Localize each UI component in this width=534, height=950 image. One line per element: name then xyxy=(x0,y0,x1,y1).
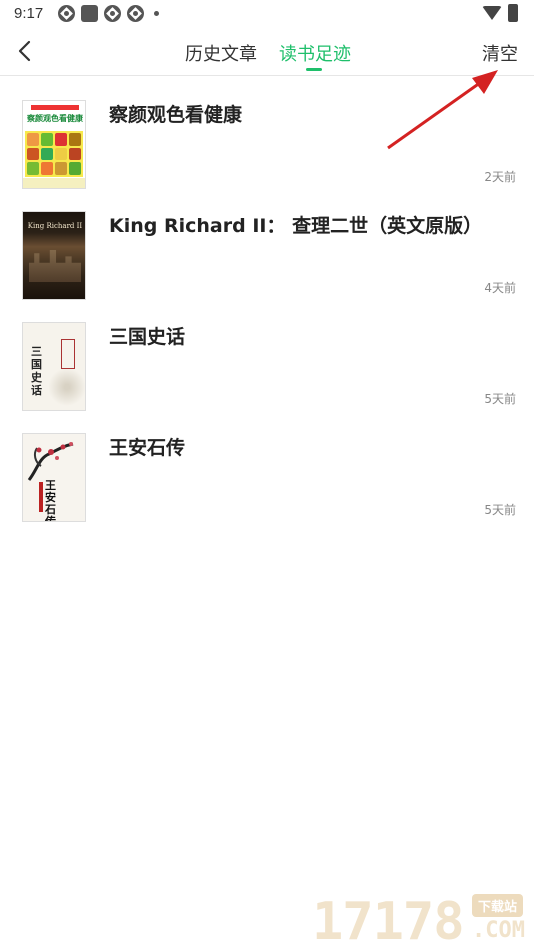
tab-reading-footprint[interactable]: 读书足迹 xyxy=(279,40,351,66)
wifi-icon xyxy=(482,6,502,20)
app-notification-icon xyxy=(58,5,75,22)
cover-title: King Richard II xyxy=(27,222,83,230)
list-item[interactable]: 察颜观色看健康 察颜观色看健康 2天前 xyxy=(0,88,534,199)
book-cover: King Richard II xyxy=(22,211,86,300)
cover-footer xyxy=(23,178,85,188)
app-notification-icon xyxy=(127,5,144,22)
system-icons xyxy=(482,4,518,22)
more-notifications-icon xyxy=(154,11,159,16)
book-title: 王安石传 xyxy=(109,437,186,459)
app-notification-icon xyxy=(104,5,121,22)
cover-red-stripe xyxy=(39,482,43,512)
cover-plum-branch xyxy=(27,442,74,481)
active-tab-indicator xyxy=(306,68,322,71)
book-cover: 察颜观色看健康 xyxy=(22,100,86,189)
battery-icon xyxy=(508,4,518,22)
status-bar: 9:17 xyxy=(0,0,534,28)
cover-castle-image xyxy=(29,250,81,282)
clear-button[interactable]: 清空 xyxy=(482,40,518,66)
cover-illustration xyxy=(49,367,85,407)
watermark-suffix: .COM xyxy=(472,918,525,943)
book-cover: 三国史话 xyxy=(22,322,86,411)
app-notification-icon xyxy=(81,5,98,22)
watermark-digits: 17178 xyxy=(312,892,465,950)
read-time: 5天前 xyxy=(484,503,516,517)
cover-seal xyxy=(61,339,75,369)
book-cover: 王安石传 xyxy=(22,433,86,522)
cover-title: 三国史话 xyxy=(31,345,42,397)
chevron-left-icon xyxy=(18,40,31,62)
read-time: 2天前 xyxy=(484,170,516,184)
book-title: 察颜观色看健康 xyxy=(109,104,243,126)
list-item[interactable]: 王安石传 王安石传 5天前 xyxy=(0,421,534,532)
cover-food-grid xyxy=(25,131,83,177)
cover-title: 察颜观色看健康 xyxy=(27,114,83,123)
tab-history-articles[interactable]: 历史文章 xyxy=(185,40,257,66)
watermark-badge: 下载站 xyxy=(472,894,524,917)
book-title: 三国史话 xyxy=(109,326,186,348)
list-item[interactable]: 三国史话 三国史话 5天前 xyxy=(0,310,534,421)
back-button[interactable] xyxy=(10,36,40,66)
book-list: 察颜观色看健康 察颜观色看健康 2天前 King Richard II King… xyxy=(0,88,534,532)
read-time: 4天前 xyxy=(484,281,516,295)
notification-icons xyxy=(58,5,159,22)
status-time: 9:17 xyxy=(14,5,44,22)
read-time: 5天前 xyxy=(484,392,516,406)
cover-banner xyxy=(31,105,79,110)
cover-title: 王安石传 xyxy=(45,479,56,522)
header-bar: 历史文章 读书足迹 清空 xyxy=(0,28,534,76)
list-item[interactable]: King Richard II King Richard II： 查理二世（英文… xyxy=(0,199,534,310)
site-watermark: 17178 下载站 .COM xyxy=(312,886,534,950)
book-title: King Richard II： 查理二世（英文原版） xyxy=(109,215,483,237)
